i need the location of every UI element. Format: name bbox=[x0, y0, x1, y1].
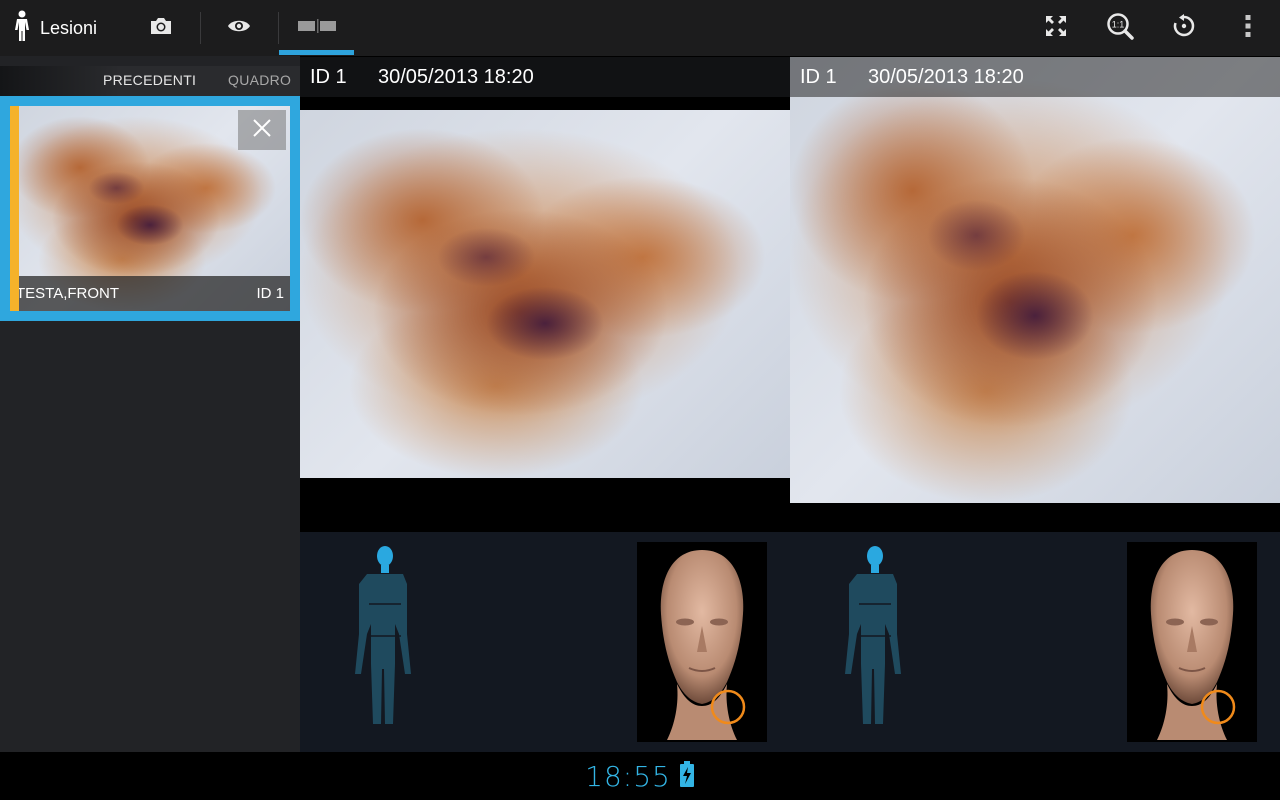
svg-text:1:1: 1:1 bbox=[1112, 19, 1125, 29]
lesion-location-marker bbox=[710, 689, 746, 725]
lesion-location-marker bbox=[1200, 689, 1236, 725]
app-home-button[interactable]: Lesioni bbox=[14, 0, 124, 56]
overflow-menu-button[interactable] bbox=[1228, 0, 1268, 56]
tab-quadro[interactable]: QUADRO bbox=[228, 72, 291, 88]
fullscreen-button[interactable] bbox=[1036, 0, 1076, 56]
tab-precedenti[interactable]: PRECEDENTI bbox=[103, 72, 196, 88]
remove-thumbnail-button[interactable] bbox=[238, 110, 286, 150]
left-pane-header: ID 1 30/05/2013 18:20 bbox=[300, 57, 790, 97]
status-clock: 18:55 bbox=[585, 759, 671, 793]
thumbnail-caption: TESTA,FRONT ID 1 bbox=[10, 276, 290, 311]
right-pane-header: ID 1 30/05/2013 18:20 bbox=[790, 57, 1280, 97]
selected-tab-indicator bbox=[279, 50, 354, 55]
body-figure-icon[interactable] bbox=[355, 544, 415, 740]
thumbnail-marker bbox=[10, 106, 19, 311]
right-pane-id: ID 1 bbox=[800, 65, 837, 88]
left-lesion-image[interactable] bbox=[300, 110, 790, 478]
right-pane-datetime: 30/05/2013 18:20 bbox=[868, 65, 1024, 88]
lesion-thumbnail-card[interactable]: TESTA,FRONT ID 1 bbox=[0, 96, 300, 321]
view-button[interactable] bbox=[219, 0, 259, 56]
left-pane-datetime: 30/05/2013 18:20 bbox=[378, 65, 534, 88]
close-icon bbox=[252, 118, 272, 143]
list-tabs: PRECEDENTI QUADRO bbox=[0, 66, 300, 96]
face-map[interactable] bbox=[1127, 542, 1257, 742]
split-view-icon bbox=[297, 18, 337, 38]
zoom-1to1-icon: 1:1 bbox=[1106, 12, 1134, 45]
lesion-image bbox=[300, 110, 790, 478]
overflow-menu-icon bbox=[1245, 14, 1251, 43]
split-view-tab[interactable] bbox=[279, 0, 354, 56]
body-map-strip bbox=[300, 532, 1280, 752]
reset-button[interactable] bbox=[1164, 0, 1204, 56]
app-title: Lesioni bbox=[40, 17, 98, 38]
eye-icon bbox=[227, 18, 251, 39]
left-pane-id: ID 1 bbox=[310, 65, 347, 88]
lesion-thumbnail[interactable]: TESTA,FRONT ID 1 bbox=[10, 106, 290, 311]
lesion-list-panel: PRECEDENTI QUADRO TESTA,FRONT ID 1 bbox=[0, 56, 300, 752]
lesion-image bbox=[790, 57, 1280, 503]
right-lesion-image[interactable] bbox=[790, 57, 1280, 503]
action-bar: Lesioni 1:1 bbox=[0, 0, 1280, 56]
camera-icon bbox=[149, 16, 173, 41]
thumbnail-location: TESTA,FRONT bbox=[16, 285, 120, 302]
camera-button[interactable] bbox=[141, 0, 181, 56]
thumbnail-id: ID 1 bbox=[256, 285, 284, 302]
body-figure-icon[interactable] bbox=[845, 544, 905, 740]
zoom-1to1-button[interactable]: 1:1 bbox=[1100, 0, 1140, 56]
fullscreen-icon bbox=[1045, 15, 1067, 42]
person-icon bbox=[14, 10, 30, 47]
divider bbox=[200, 12, 201, 44]
face-map[interactable] bbox=[637, 542, 767, 742]
system-bar[interactable]: 18:55 bbox=[0, 752, 1280, 800]
battery-charging-icon bbox=[679, 760, 695, 792]
reset-icon bbox=[1172, 13, 1196, 43]
